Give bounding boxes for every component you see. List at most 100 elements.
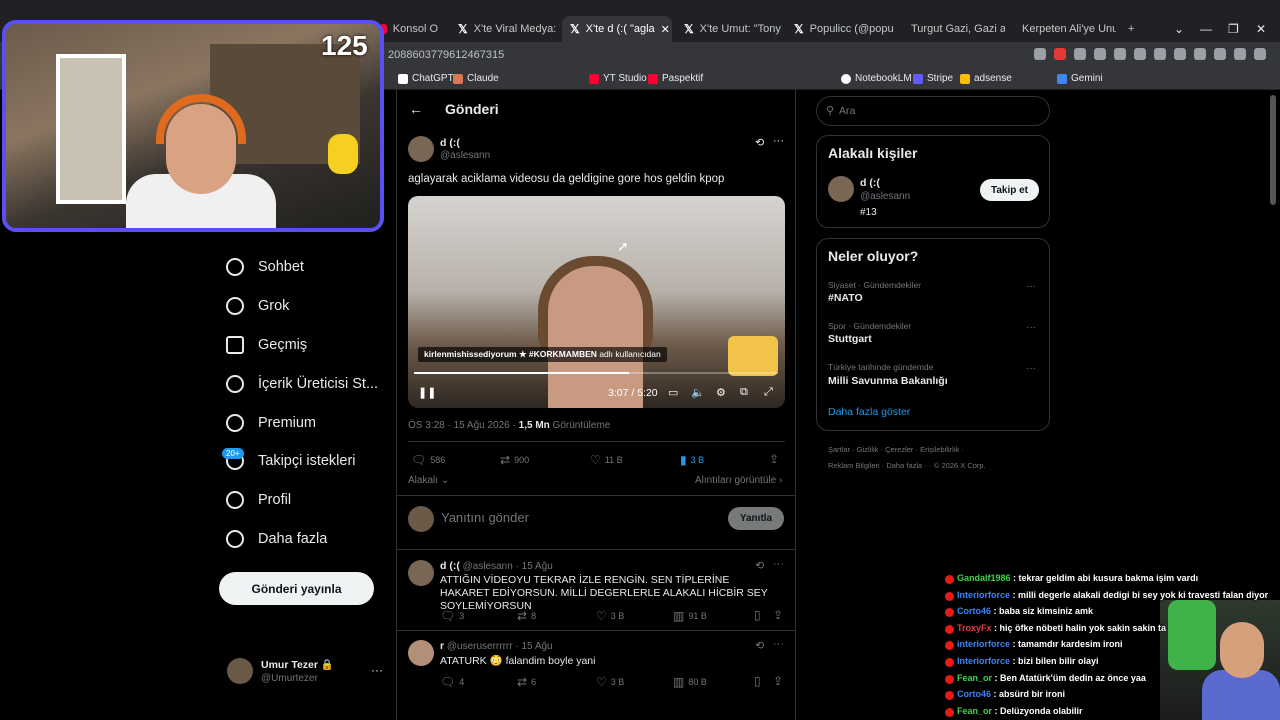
tab-close-icon[interactable]: ✕ [661,23,670,36]
extension-icon[interactable] [1114,48,1126,60]
follow-button[interactable]: Takip et [980,179,1039,201]
menu-icon[interactable] [1254,48,1266,60]
reply-like-action[interactable]: ♡ 3 B [596,675,624,689]
nav-sohbet[interactable]: Sohbet [226,258,304,276]
extension-icon[interactable] [1054,48,1066,60]
share-action[interactable]: ⇪ [769,452,779,466]
author-name[interactable]: d (:( [440,137,460,149]
grok-explain-icon[interactable]: ⟲ [755,559,764,572]
bookmark-notebooklm[interactable]: NotebookLM [841,73,912,84]
reply-views-action[interactable]: ▥ 91 B [673,609,707,623]
reply-retweet-action[interactable]: ⇄ 6 [517,675,536,689]
extension-icon[interactable] [1074,48,1086,60]
fullscreen-icon[interactable]: ⤢ [764,386,773,399]
view-quotes-link[interactable]: Alıntıları görüntüle › [695,475,782,486]
bookmark-adsense[interactable]: adsense [960,73,1012,84]
browser-tab[interactable]: Turgut Gazi, Gazi alp [897,18,1005,40]
back-arrow-icon[interactable]: ← [409,101,423,117]
reply-input[interactable]: Yanıtını gönder [441,510,529,525]
reply-bookmark-action[interactable]: ▯ [754,674,761,688]
trend-name[interactable]: #NATO [828,292,863,304]
browser-tab[interactable]: 𝕏X'te Viral Medya: "Big [450,18,560,40]
pause-icon[interactable]: ❚❚ [418,386,436,399]
reply-retweet-action[interactable]: ⇄ 8 [517,609,536,623]
person-name[interactable]: d (:( [860,177,880,189]
nav-profile[interactable]: Profil [226,491,291,509]
account-name[interactable]: Umur Tezer 🔒 [261,658,334,671]
tweet-video[interactable] [408,196,785,408]
reply-like-action[interactable]: ♡ 3 B [596,609,624,623]
bookmark-action[interactable]: ▮ 3 B [680,453,704,467]
maximize-icon[interactable]: ❐ [1228,22,1239,36]
nav-gecmis[interactable]: Geçmiş [226,336,307,354]
reply-reply-action[interactable]: 🗨 3 [440,609,464,623]
url-field[interactable]: 2088603779612467315 [388,49,504,61]
settings-icon[interactable]: ⚙ [716,386,726,399]
account-avatar[interactable] [227,658,253,684]
reply-bookmark-action[interactable]: ▯ [754,608,761,622]
close-window-icon[interactable]: ✕ [1256,22,1266,36]
reply-share-action[interactable]: ⇪ [773,674,783,688]
bookmark-paspektif[interactable]: Paspektif [648,73,703,84]
nav-follow-requests[interactable]: Takipçi istekleri [226,452,356,470]
bookmark-chatgpt[interactable]: ChatGPT [398,73,454,84]
show-more-link[interactable]: Daha fazla göster [828,406,910,418]
reply-share-action[interactable]: ⇪ [773,608,783,622]
trend-more-icon[interactable]: ··· [1026,363,1036,374]
extension-icon[interactable] [1094,48,1106,60]
post-button[interactable]: Gönderi yayınla [219,572,374,605]
bookmark-stripe[interactable]: Stripe [913,73,953,84]
bookmark-gemini[interactable]: Gemini [1057,73,1103,84]
trend-name[interactable]: Milli Savunma Bakanlığı [828,375,948,387]
footer-links[interactable]: Şartlar · Gizlilik · Çerezler · Erişileb… [828,445,964,454]
extension-icon[interactable] [1154,48,1166,60]
reply-action[interactable]: 🗨 586 [411,453,445,467]
like-action[interactable]: ♡ 11 B [590,453,623,467]
browser-tab[interactable]: Kerpeten Ali'ye Unutu [1008,18,1116,40]
browser-tab[interactable]: 𝕏X'te Umut: "Tony Sta [676,18,784,40]
reply-more-icon[interactable]: ··· [773,558,784,570]
bookmark-claude[interactable]: Claude [453,73,499,84]
person-handle[interactable]: @aslesann [860,191,910,202]
reply-avatar[interactable] [408,640,434,666]
grok-explain-icon[interactable]: ⟲ [755,136,764,149]
extension-icon[interactable] [1234,48,1246,60]
trend-more-icon[interactable]: ··· [1026,322,1036,333]
author-handle[interactable]: @aslesann [440,150,490,161]
grok-explain-icon[interactable]: ⟲ [755,639,764,652]
extension-icon[interactable] [1034,48,1046,60]
minimize-icon[interactable]: — [1200,22,1212,36]
nav-premium[interactable]: Premium [226,414,316,432]
nav-creator-studio[interactable]: İçerik Üreticisi St... [226,375,378,393]
tweet-more-icon[interactable]: ··· [773,135,784,147]
reply-button[interactable]: Yanıtla [728,507,784,530]
captions-icon[interactable]: ▭ [668,386,678,399]
trend-more-icon[interactable]: ··· [1026,281,1036,292]
footer-links[interactable]: Reklam Bilgileri · Daha fazla ··· © 2026… [828,461,986,470]
extension-icon[interactable] [1194,48,1206,60]
trend-name[interactable]: Stuttgart [828,333,872,345]
scrollbar[interactable] [1270,95,1276,205]
new-tab-button[interactable]: + [1120,18,1140,40]
pip-icon[interactable]: ⧉ [740,386,748,399]
retweet-action[interactable]: ⇄ 900 [500,453,529,467]
browser-tab-active[interactable]: 𝕏 X'te d (:( "agla ✕ [562,16,672,42]
bookmark-yt-studio[interactable]: YT Studio [589,73,647,84]
reply-reply-action[interactable]: 🗨 4 [440,675,464,689]
browser-tab[interactable]: 𝕏Populicc (@populicc) [786,18,894,40]
tab-search-icon[interactable]: ⌄ [1174,22,1184,36]
bookmark-icon: ▯ [754,608,761,622]
account-more-icon[interactable]: ··· [371,663,383,677]
person-avatar[interactable] [828,176,854,202]
extension-icon[interactable] [1134,48,1146,60]
extension-icon[interactable] [1174,48,1186,60]
reply-more-icon[interactable]: ··· [773,638,784,650]
reply-avatar[interactable] [408,560,434,586]
related-dropdown[interactable]: Alakalı ⌄ [408,475,449,486]
nav-more[interactable]: Daha fazla [226,530,327,548]
author-avatar[interactable] [408,136,434,162]
reply-views-action[interactable]: ▥ 80 B [673,675,707,689]
volume-icon[interactable]: 🔈 [691,386,705,399]
nav-grok[interactable]: Grok [226,297,289,315]
extension-icon[interactable] [1214,48,1226,60]
